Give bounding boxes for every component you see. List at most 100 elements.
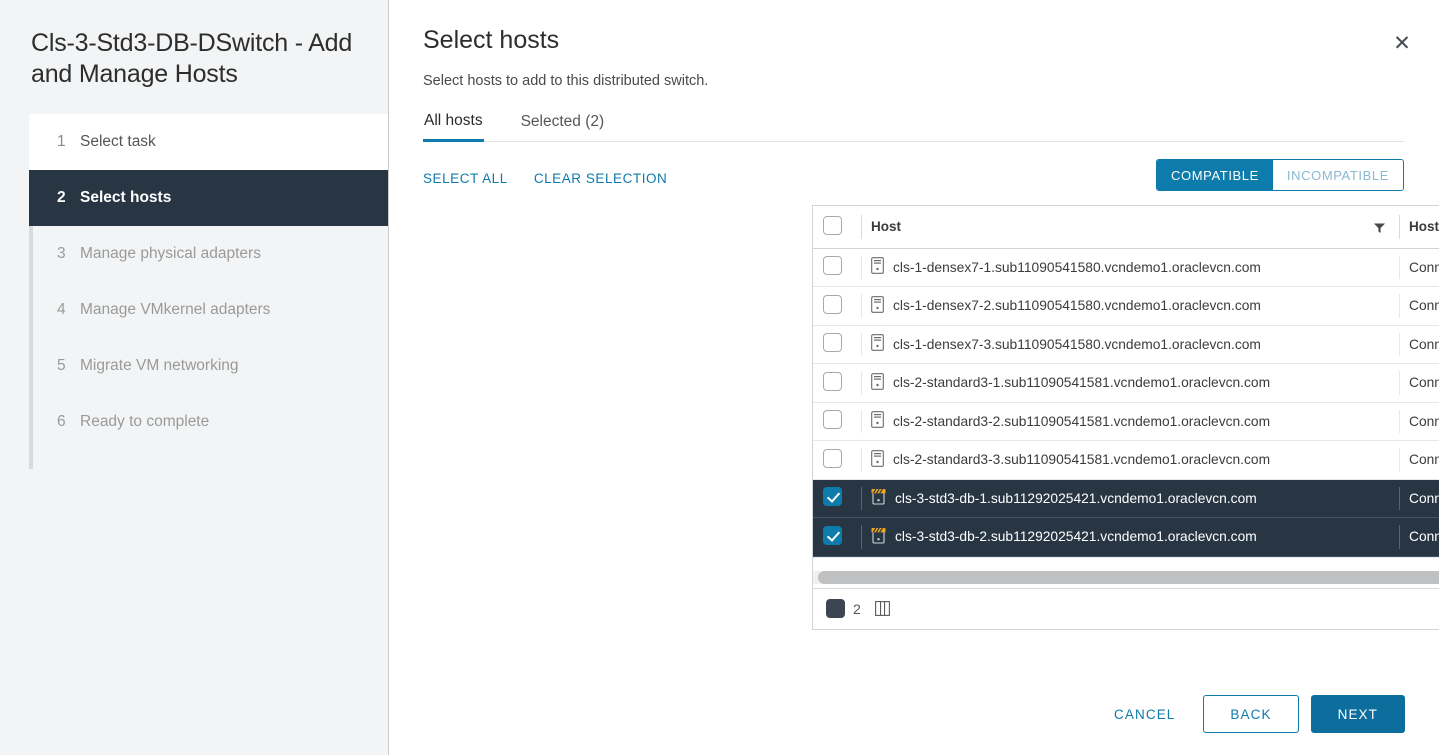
sidebar-step-select-hosts[interactable]: 2 Select hosts [29, 170, 388, 226]
back-button[interactable]: BACK [1203, 695, 1299, 733]
table-header: Host Host state Cluster [813, 206, 1439, 249]
toggle-incompatible[interactable]: INCOMPATIBLE [1272, 160, 1403, 190]
table-row[interactable]: cls-2-standard3-3.sub11090541581.vcndemo… [813, 440, 1439, 480]
sidebar-step-migrate-vm-networking[interactable]: 5 Migrate VM networking [29, 338, 388, 394]
action-bar: SELECT ALL CLEAR SELECTION COMPATIBLE IN… [423, 159, 1404, 195]
cancel-button[interactable]: CANCEL [1098, 695, 1191, 733]
select-all-checkbox[interactable] [823, 215, 842, 235]
clear-selection-button[interactable]: CLEAR SELECTION [534, 171, 668, 186]
cell-host-state: Connected [1399, 248, 1439, 287]
step-label: Ready to complete [80, 413, 210, 430]
step-number: 4 [57, 301, 66, 318]
tab-all-hosts[interactable]: All hosts [423, 109, 484, 142]
cell-host-state: Connected [1399, 440, 1439, 480]
host-maintenance-icon [871, 488, 886, 508]
row-checkbox-cell [813, 440, 861, 480]
step-label: Migrate VM networking [80, 357, 239, 374]
row-checkbox-cell [813, 402, 861, 441]
step-label: Manage physical adapters [80, 245, 261, 262]
host-name: cls-2-standard3-1.sub11090541581.vcndemo… [893, 375, 1271, 391]
horizontal-scrollbar[interactable] [813, 556, 1439, 588]
row-checkbox-cell [813, 363, 861, 403]
main-panel: Select hosts ✕ Select hosts to add to th… [389, 0, 1439, 755]
wizard-sidebar: Cls-3-Std3-DB-DSwitch - Add and Manage H… [0, 0, 389, 755]
host-name: cls-1-densex7-3.sub11090541580.vcndemo1.… [893, 336, 1261, 352]
table-body: cls-1-densex7-1.sub11090541580.vcndemo1.… [813, 248, 1439, 557]
step-number: 6 [57, 413, 66, 430]
column-header-host-state-label: Host state [1409, 219, 1439, 235]
cell-host: cls-2-standard3-1.sub11090541581.vcndemo… [861, 363, 1399, 403]
filter-icon[interactable] [1374, 221, 1385, 233]
cell-host: cls-3-std3-db-2.sub11292025421.vcndemo1.… [861, 517, 1399, 557]
table-row[interactable]: cls-3-std3-db-2.sub11292025421.vcndemo1.… [813, 517, 1439, 557]
row-checkbox[interactable] [823, 294, 842, 314]
row-checkbox-cell [813, 479, 861, 518]
cell-host: cls-1-densex7-3.sub11090541580.vcndemo1.… [861, 325, 1399, 364]
next-button[interactable]: NEXT [1310, 695, 1405, 733]
table-row[interactable]: cls-3-std3-db-1.sub11292025421.vcndemo1.… [813, 479, 1439, 518]
sidebar-step-ready-to-complete[interactable]: 6 Ready to complete [29, 394, 388, 450]
host-name: cls-2-standard3-3.sub11090541581.vcndemo… [893, 452, 1271, 468]
host-icon [871, 257, 884, 277]
selection-indicator-checkbox[interactable] [826, 599, 845, 618]
row-checkbox[interactable] [823, 333, 842, 353]
row-checkbox[interactable] [823, 371, 842, 391]
column-header-host[interactable]: Host [861, 206, 1399, 249]
column-settings-icon[interactable] [874, 601, 890, 616]
step-number: 1 [57, 133, 66, 150]
tab-selected[interactable]: Selected (2) [520, 109, 606, 141]
host-icon [871, 411, 884, 431]
step-number: 3 [57, 245, 66, 262]
row-checkbox[interactable] [823, 525, 842, 545]
row-checkbox[interactable] [823, 448, 842, 468]
table-header-row: Host Host state Cluster [813, 206, 1439, 249]
cell-host: cls-1-densex7-2.sub11090541580.vcndemo1.… [861, 286, 1399, 326]
table-row[interactable]: cls-1-densex7-1.sub11090541580.vcndemo1.… [813, 248, 1439, 287]
cell-host-state: Connected (maintenance mode) [1399, 479, 1439, 518]
hosts-table: Host Host state Cluster [813, 206, 1439, 557]
cell-host-state: Connected [1399, 286, 1439, 326]
table-status-bar: 2 8 hosts [813, 587, 1439, 629]
host-name: cls-3-std3-db-2.sub11292025421.vcndemo1.… [895, 529, 1257, 545]
scrollbar-thumb[interactable] [818, 570, 1439, 584]
table-row[interactable]: cls-2-standard3-1.sub11090541581.vcndemo… [813, 363, 1439, 403]
row-checkbox[interactable] [823, 256, 842, 276]
row-checkbox-cell [813, 325, 861, 364]
host-name: cls-2-standard3-2.sub11090541581.vcndemo… [893, 413, 1271, 429]
cell-host-state: Connected [1399, 363, 1439, 403]
cell-host-state: Connected (maintenance mode) [1399, 517, 1439, 557]
table-row[interactable]: cls-1-densex7-3.sub11090541580.vcndemo1.… [813, 325, 1439, 364]
step-label: Select hosts [80, 189, 172, 206]
row-checkbox-cell [813, 248, 861, 287]
host-icon [871, 449, 884, 470]
sidebar-step-manage-physical-adapters[interactable]: 3 Manage physical adapters [29, 226, 388, 282]
table-row[interactable]: cls-1-densex7-2.sub11090541580.vcndemo1.… [813, 286, 1439, 326]
cell-host: cls-2-standard3-3.sub11090541581.vcndemo… [861, 440, 1399, 480]
step-number: 5 [57, 357, 66, 374]
select-all-button[interactable]: SELECT ALL [423, 171, 508, 186]
row-checkbox[interactable] [823, 487, 842, 507]
toggle-compatible[interactable]: COMPATIBLE [1157, 160, 1273, 190]
cell-host-state: Connected [1399, 325, 1439, 364]
step-label: Select task [80, 133, 156, 150]
host-name: cls-1-densex7-1.sub11090541580.vcndemo1.… [893, 259, 1261, 275]
step-number: 2 [57, 189, 66, 206]
close-icon[interactable]: ✕ [1387, 28, 1417, 58]
cell-host: cls-2-standard3-2.sub11090541581.vcndemo… [861, 402, 1399, 441]
row-checkbox-cell [813, 286, 861, 326]
host-icon [871, 295, 884, 316]
step-label: Manage VMkernel adapters [80, 301, 271, 318]
cell-host: cls-3-std3-db-1.sub11292025421.vcndemo1.… [861, 479, 1399, 518]
sidebar-step-manage-vmkernel-adapters[interactable]: 4 Manage VMkernel adapters [29, 282, 388, 338]
page-title: Select hosts [423, 26, 560, 54]
wizard-title: Cls-3-Std3-DB-DSwitch - Add and Manage H… [31, 29, 353, 88]
row-checkbox-cell [813, 517, 861, 557]
selected-count: 2 [853, 600, 861, 617]
row-checkbox[interactable] [823, 410, 842, 430]
sidebar-step-select-task[interactable]: 1 Select task [29, 114, 388, 170]
table-row[interactable]: cls-2-standard3-2.sub11090541581.vcndemo… [813, 402, 1439, 441]
panel-subtitle: Select hosts to add to this distributed … [423, 73, 709, 89]
cell-host-state: Connected [1399, 402, 1439, 441]
column-header-host-state[interactable]: Host state [1399, 206, 1439, 249]
tab-bar: All hosts Selected (2) [423, 109, 1404, 142]
